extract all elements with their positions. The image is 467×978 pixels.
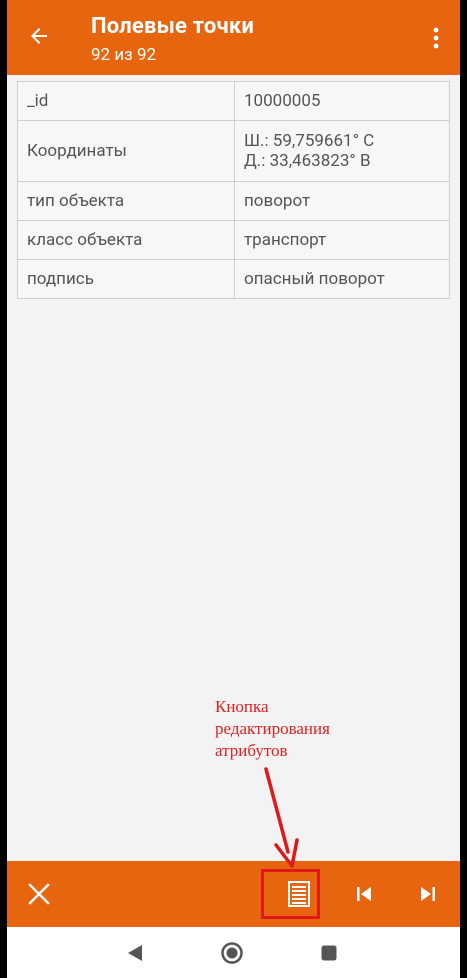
attribute-key: тип объекта [17, 181, 235, 221]
attributes-table: _id 10000005 Координаты Ш.: 59,759661° С… [17, 81, 450, 299]
edit-attributes-icon [288, 881, 310, 907]
annotation-line: Кнопка [215, 697, 269, 716]
record-counter: 92 из 92 [91, 45, 157, 65]
table-row: тип объекта поворот [17, 181, 450, 221]
attribute-key: класс объекта [17, 220, 235, 260]
table-row: _id 10000005 [17, 81, 450, 121]
overflow-menu-button[interactable] [422, 22, 450, 54]
more-vert-icon [433, 27, 439, 49]
attribute-value: транспорт [234, 220, 450, 260]
annotation-callout: Кнопка редактирования атрибутов [215, 696, 330, 762]
system-back-button[interactable] [117, 935, 153, 971]
arrow-left-icon [31, 28, 47, 44]
square-recent-icon [321, 945, 337, 961]
bottom-toolbar [7, 861, 460, 927]
page-title: Полевые точки [91, 14, 255, 39]
app-bar: Полевые точки 92 из 92 [7, 0, 460, 75]
system-navigation-bar [7, 927, 460, 978]
attribute-key: Координаты [17, 120, 235, 182]
device-frame: Полевые точки 92 из 92 _id 10000005 Коор… [0, 0, 467, 978]
table-row: класс объекта транспорт [17, 220, 450, 260]
annotation-line: атрибутов [215, 741, 288, 760]
edit-attributes-button[interactable] [269, 861, 329, 927]
attribute-value: опасный поворот [234, 259, 450, 299]
next-record-button[interactable] [411, 861, 445, 927]
attribute-key: подпись [17, 259, 235, 299]
attribute-value: 10000005 [234, 81, 450, 121]
back-button[interactable] [23, 20, 55, 52]
longitude-value: Д.: 33,463823° В [244, 151, 371, 171]
attribute-key: _id [17, 81, 235, 121]
latitude-value: Ш.: 59,759661° С [244, 131, 375, 151]
skip-previous-icon [357, 887, 371, 901]
close-button[interactable] [21, 861, 57, 927]
close-icon [28, 883, 50, 905]
screen: Полевые точки 92 из 92 _id 10000005 Коор… [7, 0, 460, 978]
table-row: подпись опасный поворот [17, 259, 450, 299]
attribute-value: Ш.: 59,759661° С Д.: 33,463823° В [234, 120, 450, 182]
system-recents-button[interactable] [311, 935, 347, 971]
skip-next-icon [421, 887, 435, 901]
attribute-value: поворот [234, 181, 450, 221]
table-row: Координаты Ш.: 59,759661° С Д.: 33,46382… [17, 120, 450, 182]
annotation-line: редактирования [215, 719, 330, 738]
triangle-back-icon [128, 945, 142, 961]
circle-home-icon [221, 942, 243, 964]
previous-record-button[interactable] [347, 861, 381, 927]
system-home-button[interactable] [214, 935, 250, 971]
